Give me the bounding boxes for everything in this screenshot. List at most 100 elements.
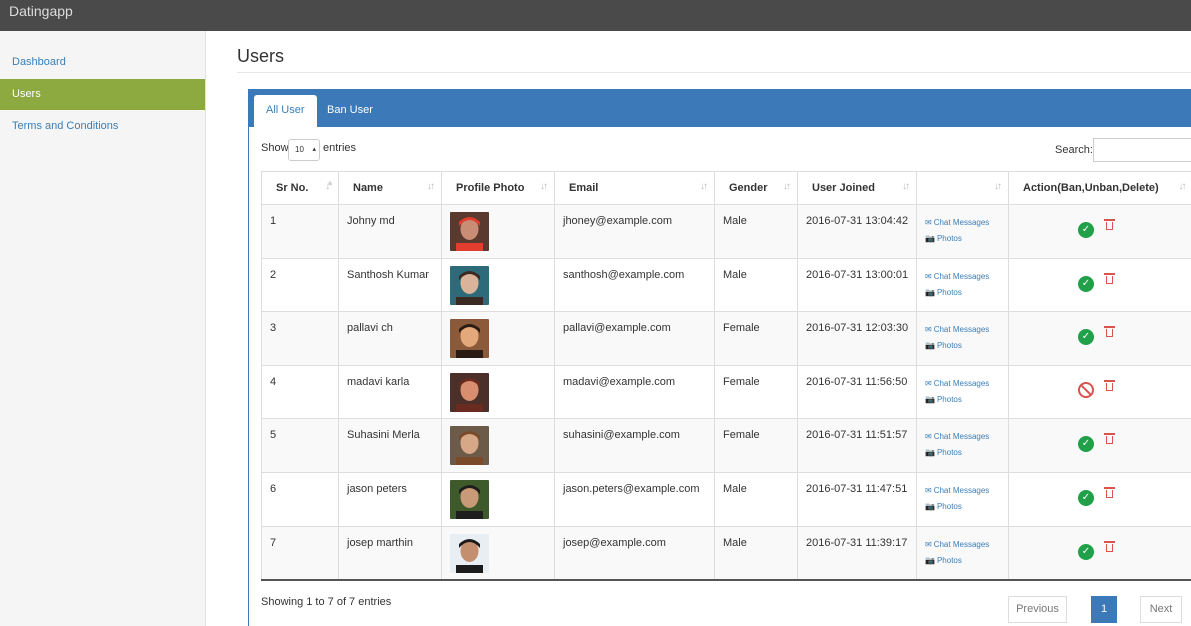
tab-ban-user[interactable]: Ban User (315, 95, 385, 127)
column-header-links[interactable]: ↓↑ (916, 171, 1009, 205)
envelope-icon: ✉ (925, 378, 932, 388)
envelope-icon: ✉ (925, 325, 932, 335)
cell-sr-no: 3 (261, 311, 339, 366)
cell-links: ✉ Chat Messages 📷 Photos (916, 257, 1009, 312)
column-header-label: Action(Ban,Unban,Delete) (1023, 182, 1159, 194)
photos-label: Photos (936, 555, 962, 565)
cell-profile-photo (441, 257, 555, 312)
search-input[interactable] (1093, 138, 1191, 162)
sidebar-item-users[interactable]: Users (0, 79, 205, 110)
trash-icon[interactable] (1104, 379, 1115, 391)
cell-actions: ✓ (1008, 204, 1191, 259)
column-header-email[interactable]: Email ↓↑ (554, 171, 715, 205)
table-header-row: Sr No. ↓ª Name ↓↑ Profile Photo ↓↑ Email ↓↑ … (261, 171, 1191, 205)
column-header-label: Name (353, 182, 383, 194)
column-header-gender[interactable]: Gender ↓↑ (714, 171, 798, 205)
check-circle-icon[interactable]: ✓ (1078, 436, 1094, 453)
cell-sr-no: 6 (261, 471, 339, 527)
page-title: Users (237, 46, 285, 66)
tab-all-user[interactable]: All User (254, 95, 317, 127)
chat-messages-link[interactable]: ✉ Chat Messages (925, 429, 1008, 445)
sort-icon: ↓↑ (540, 181, 548, 192)
profile-photo[interactable] (450, 319, 489, 359)
users-panel: All User Ban User Show 10 ▴ entries Sear… (248, 89, 1191, 626)
photos-link[interactable]: 📷 Photos (925, 445, 1008, 461)
trash-icon[interactable] (1104, 540, 1115, 552)
column-header-action[interactable]: Action(Ban,Unban,Delete) ↓↑ (1008, 171, 1191, 205)
users-table: Sr No. ↓ª Name ↓↑ Profile Photo ↓↑ Email ↓↑ … (261, 171, 1191, 581)
table-row: 7 josep marthin josep@example.com Male 2016… (261, 525, 1191, 581)
table-row: 6 jason peters jason.peters@example.com Ma… (261, 471, 1191, 527)
photos-link[interactable]: 📷 Photos (925, 499, 1008, 515)
sidebar-item-terms[interactable]: Terms and Conditions (0, 111, 205, 142)
trash-icon[interactable] (1104, 486, 1115, 498)
cell-actions (1008, 364, 1191, 419)
photos-link[interactable]: 📷 Photos (925, 285, 1008, 301)
cell-email: madavi@example.com (554, 364, 715, 419)
envelope-icon: ✉ (925, 485, 932, 495)
top-navbar: Datingapp (0, 0, 1191, 31)
profile-photo[interactable] (450, 533, 489, 573)
check-circle-icon[interactable]: ✓ (1078, 275, 1094, 292)
column-header-sr-no[interactable]: Sr No. ↓ª (261, 171, 339, 205)
check-circle-icon[interactable]: ✓ (1078, 543, 1094, 560)
trash-icon[interactable] (1104, 326, 1115, 338)
chat-messages-link[interactable]: ✉ Chat Messages (925, 483, 1008, 499)
cell-profile-photo (441, 471, 555, 527)
cell-email: suhasini@example.com (554, 418, 715, 473)
check-circle-icon[interactable]: ✓ (1078, 329, 1094, 346)
column-header-user-joined[interactable]: User Joined ↓↑ (797, 171, 917, 205)
profile-photo[interactable] (450, 479, 489, 519)
photos-label: Photos (936, 341, 962, 351)
cell-gender: Male (714, 525, 798, 581)
photos-link[interactable]: 📷 Photos (925, 553, 1008, 569)
trash-icon[interactable] (1104, 433, 1115, 445)
cell-user-joined: 2016-07-31 13:04:42 (797, 204, 917, 259)
check-circle-icon[interactable]: ✓ (1078, 222, 1094, 238)
sidebar-item-dashboard[interactable]: Dashboard (0, 47, 205, 78)
trash-icon[interactable] (1104, 272, 1115, 284)
sort-icon: ↓↑ (902, 181, 910, 192)
cell-name: pallavi ch (338, 311, 442, 366)
photos-link[interactable]: 📷 Photos (925, 338, 1008, 354)
cell-links: ✉ Chat Messages 📷 Photos (916, 418, 1009, 473)
cell-profile-photo (441, 311, 555, 366)
chat-messages-link[interactable]: ✉ Chat Messages (925, 322, 1008, 338)
photos-label: Photos (936, 501, 962, 511)
profile-photo[interactable] (450, 372, 489, 412)
pagination-previous[interactable]: Previous (1008, 596, 1067, 623)
cell-user-joined: 2016-07-31 11:56:50 (797, 364, 917, 419)
trash-icon[interactable] (1104, 219, 1115, 230)
chat-messages-label: Chat Messages (933, 325, 990, 335)
photos-link[interactable]: 📷 Photos (925, 392, 1008, 408)
profile-photo[interactable] (450, 426, 489, 466)
ban-icon[interactable] (1078, 381, 1094, 398)
column-header-name[interactable]: Name ↓↑ (338, 171, 442, 205)
photos-link[interactable]: 📷 Photos (925, 231, 1008, 247)
title-divider (237, 72, 1191, 73)
chat-messages-link[interactable]: ✉ Chat Messages (925, 376, 1008, 392)
entries-select[interactable]: 10 ▴ (288, 139, 320, 161)
profile-photo[interactable] (450, 212, 489, 251)
column-header-profile-photo[interactable]: Profile Photo ↓↑ (441, 171, 555, 205)
sort-icon: ↓↑ (783, 181, 791, 192)
cell-name: josep marthin (338, 525, 442, 581)
photos-label: Photos (936, 287, 962, 297)
pagination-next[interactable]: Next (1140, 596, 1182, 623)
cell-name: Suhasini Merla (338, 418, 442, 473)
chat-messages-label: Chat Messages (933, 218, 990, 227)
envelope-icon: ✉ (925, 271, 932, 281)
table-row: 5 Suhasini Merla suhasini@example.com Fema… (261, 418, 1191, 473)
cell-links: ✉ Chat Messages 📷 Photos (916, 471, 1009, 527)
profile-photo[interactable] (450, 265, 489, 305)
chat-messages-link[interactable]: ✉ Chat Messages (925, 269, 1008, 285)
column-header-label: Email (569, 182, 599, 194)
chat-messages-link[interactable]: ✉ Chat Messages (925, 215, 1008, 231)
check-circle-icon[interactable]: ✓ (1078, 489, 1094, 506)
chat-messages-link[interactable]: ✉ Chat Messages (925, 537, 1008, 553)
app-brand[interactable]: Datingapp (9, 3, 73, 19)
column-header-label: Profile Photo (456, 182, 525, 194)
table-info: Showing 1 to 7 of 7 entries (261, 596, 392, 608)
cell-email: santhosh@example.com (554, 257, 715, 312)
pagination-page-1[interactable]: 1 (1091, 596, 1117, 623)
